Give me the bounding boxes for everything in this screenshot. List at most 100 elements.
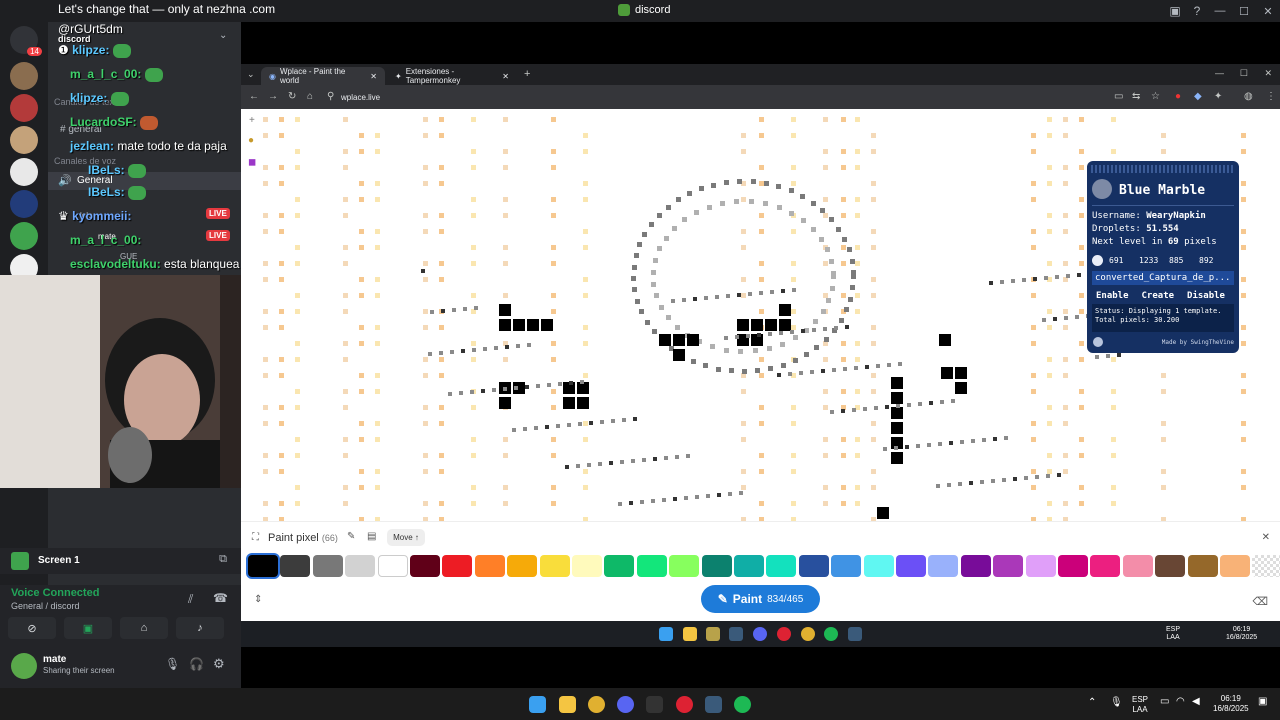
minimize-button[interactable]: — [1215,68,1224,78]
avatar[interactable] [11,653,37,679]
color-swatch[interactable] [1220,555,1250,577]
color-swatch[interactable] [539,555,570,577]
color-swatch[interactable] [572,555,602,577]
server-icon[interactable] [10,158,38,186]
home-icon[interactable]: ⌂ [307,91,313,102]
color-swatch[interactable] [345,555,376,577]
earth-icon[interactable] [1092,179,1112,199]
new-tab-button[interactable]: + [524,68,530,80]
forward-icon[interactable]: → [268,91,278,102]
server-icon[interactable] [10,126,38,154]
microphone-icon[interactable]: 🎙 [165,657,180,671]
color-swatch[interactable] [896,555,926,577]
clock[interactable]: 06:19 16/8/2025 [1226,626,1257,642]
color-swatch[interactable] [766,555,797,577]
expand-icon[interactable]: ⛶ [252,532,259,543]
enable-button[interactable]: Enable [1096,291,1129,301]
color-swatch[interactable] [669,555,700,577]
extension-icon[interactable]: ● [1175,91,1181,102]
color-swatch[interactable] [410,555,440,577]
close-icon[interactable]: ✕ [502,72,509,81]
tab-tampermonkey[interactable]: ✦ Extensiones - Tampermonkey ✕ [387,67,517,85]
spotify-icon[interactable] [824,627,838,641]
app-icon[interactable] [777,627,791,641]
file-explorer-icon[interactable] [683,627,697,641]
close-icon[interactable]: ✕ [370,72,377,81]
volume-icon[interactable]: ◀ [1192,696,1200,707]
pin-icon[interactable] [1092,255,1103,266]
color-swatch[interactable] [507,555,538,577]
server-icon[interactable] [10,222,38,250]
windows-start-icon[interactable] [659,627,673,641]
home-icon[interactable]: 14 [10,26,42,56]
extensions-puzzle-icon[interactable]: ✦ [1214,91,1222,102]
help-icon[interactable]: ? [1186,0,1208,22]
color-swatch[interactable] [1252,555,1280,577]
close-button[interactable]: ✕ [1256,0,1280,22]
reload-icon[interactable]: ↻ [288,91,296,102]
coord-input[interactable]: 1233 [1139,256,1163,265]
steam-icon[interactable] [705,696,722,713]
color-swatch[interactable] [960,555,991,577]
location-icon[interactable]: ● [248,135,254,146]
display-icon[interactable]: ▭ [1160,696,1169,707]
color-swatch[interactable] [1090,555,1121,577]
noise-suppression-icon[interactable]: ⫽ [188,592,193,607]
color-swatch[interactable] [863,555,894,577]
screen-share-row[interactable]: Screen 1 ⧉ [0,548,241,574]
clock[interactable]: 06:19 16/8/2025 [1213,694,1249,714]
color-swatch[interactable] [1155,555,1186,577]
voice-location[interactable]: General / discord [11,601,80,611]
paint-button[interactable]: ✎ Paint 834/465 [701,585,820,613]
info-icon[interactable]: ◼ [248,157,256,168]
color-swatch[interactable] [442,555,473,577]
activities-button[interactable]: ⌂ [120,617,168,639]
color-swatch[interactable] [280,555,311,577]
file-explorer-icon[interactable] [559,696,576,713]
epic-games-icon[interactable] [646,696,663,713]
color-swatch[interactable] [831,555,862,577]
color-swatch[interactable] [474,555,505,577]
discord-icon[interactable] [617,696,634,713]
chrome-icon[interactable] [588,696,605,713]
close-button[interactable]: ✕ [1264,68,1272,79]
zoom-in-icon[interactable]: + [249,115,255,126]
color-swatch[interactable] [1122,555,1153,577]
chevron-up-icon[interactable]: ⌃ [1088,697,1096,708]
translate-icon[interactable]: ⇆ [1132,91,1140,102]
inbox-icon[interactable]: ▣ [1164,0,1186,22]
server-icon[interactable] [10,62,38,90]
template-file[interactable]: converted_Captura_de_p... [1092,271,1234,285]
eraser-tool-icon[interactable]: ⌫ [1252,595,1268,608]
steam-icon[interactable] [729,627,743,641]
server-icon[interactable] [10,190,38,218]
eraser-icon[interactable]: ▤ [367,531,376,542]
maximize-button[interactable]: ☐ [1232,0,1256,22]
headphones-icon[interactable]: 🎧 [189,657,204,671]
drag-handle[interactable] [1091,165,1235,173]
color-swatch[interactable] [1187,555,1218,577]
app-icon[interactable] [706,627,720,641]
color-swatch[interactable] [1025,555,1056,577]
menu-icon[interactable]: ⋮ [1266,91,1276,102]
spotify-icon[interactable] [734,696,751,713]
move-button[interactable]: Move ↑ [387,529,425,546]
color-swatch[interactable] [248,555,278,577]
gear-icon[interactable]: ⚙ [213,656,225,672]
popout-icon[interactable]: ⧉ [219,553,227,566]
windows-start-icon[interactable] [529,696,546,713]
color-swatch[interactable] [636,555,667,577]
extension-icon[interactable]: ◆ [1194,91,1202,102]
disconnect-icon[interactable]: ☎ [213,591,228,605]
minimize-button[interactable]: — [1208,0,1232,22]
color-swatch[interactable] [993,555,1024,577]
color-swatch[interactable] [1058,555,1088,577]
install-icon[interactable]: ▭ [1114,91,1123,102]
notification-icon[interactable]: ▣ [1258,696,1267,707]
wifi-icon[interactable]: ◠ [1176,696,1185,707]
close-icon[interactable]: ✕ [1262,532,1270,543]
chrome-icon[interactable] [801,627,815,641]
create-button[interactable]: Create [1142,291,1175,301]
microphone-icon[interactable]: 🎙 [1110,697,1123,708]
address-bar[interactable]: wplace.live [341,93,380,102]
